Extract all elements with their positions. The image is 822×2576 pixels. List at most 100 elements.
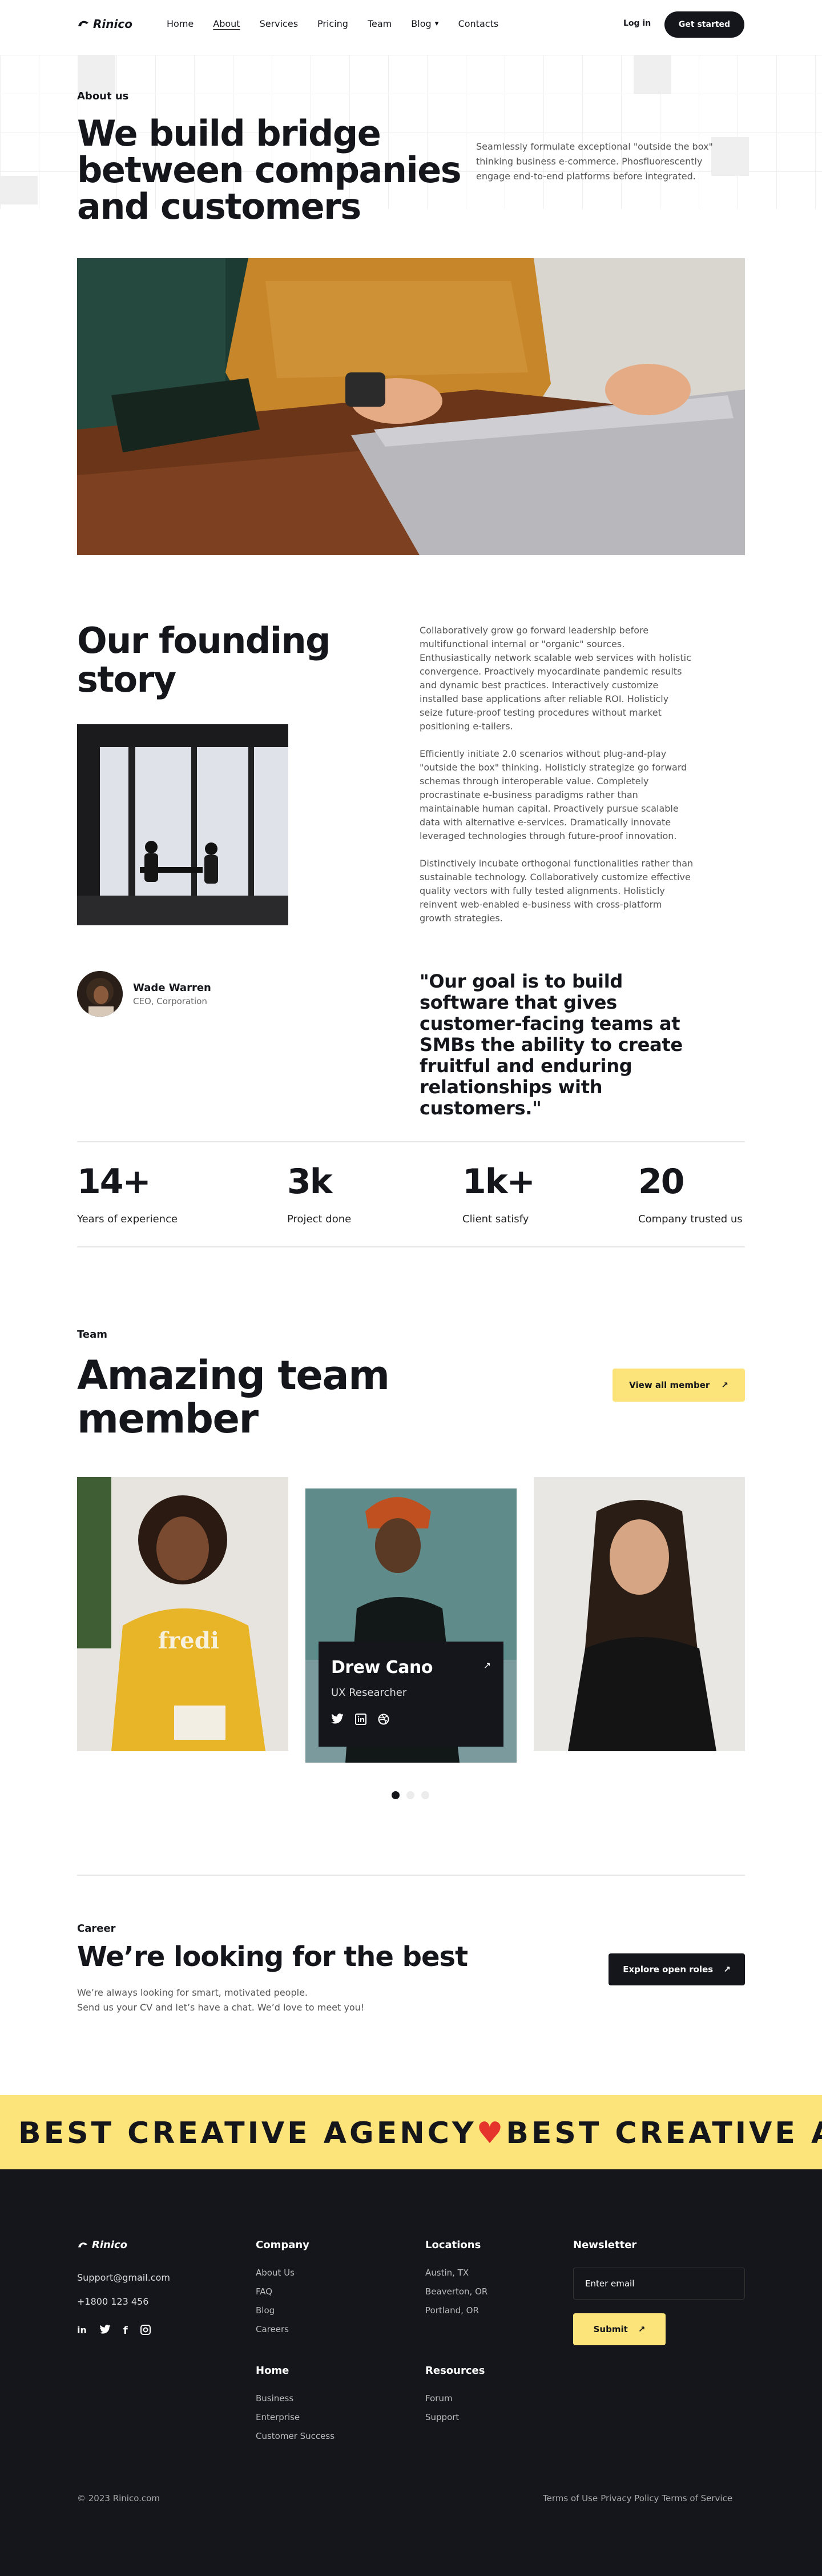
footer-link[interactable]: Enterprise: [256, 2412, 300, 2422]
team-card[interactable]: fredi: [77, 1477, 288, 1751]
explore-roles-button[interactable]: Explore open roles ↗: [609, 1953, 745, 1985]
story-image: [77, 724, 288, 925]
twitter-icon[interactable]: [331, 1714, 344, 1727]
nav-services[interactable]: Services: [260, 18, 298, 29]
footer-link[interactable]: Blog: [256, 2305, 275, 2316]
twitter-icon[interactable]: [99, 2325, 111, 2337]
marquee-phrase: BEST CREATIVE AGENCY: [18, 2116, 477, 2150]
footer-locations-heading: Locations: [425, 2239, 481, 2251]
nav-about[interactable]: About: [213, 18, 240, 29]
grid-shade: [78, 55, 115, 94]
submit-label: Submit: [593, 2324, 628, 2334]
newsletter-email-input[interactable]: Enter email: [573, 2268, 745, 2300]
ceo-name: Wade Warren: [133, 981, 211, 994]
arrow-up-right-icon: ↗: [721, 1380, 728, 1390]
facebook-icon[interactable]: f: [123, 2325, 128, 2337]
terms-of-use-link[interactable]: Terms of Use: [543, 2493, 598, 2503]
marquee-banner: BEST CREATIVE AGENCY♥BEST CREATIVE AGEN: [0, 2095, 822, 2169]
terms-of-service-link[interactable]: Terms of Service: [662, 2493, 732, 2503]
privacy-policy-link[interactable]: Privacy Policy: [601, 2493, 659, 2503]
brand-logo[interactable]: Rinico: [77, 17, 132, 31]
career-eyebrow: Career: [77, 1923, 116, 1935]
footer: Rinico Support@gmail.com +1800 123 456 i…: [0, 2169, 822, 2576]
story-paragraph: Collaboratively grow go forward leadersh…: [420, 625, 691, 732]
team-card[interactable]: [534, 1477, 745, 1751]
career-title: We’re looking for the best: [77, 1941, 468, 1973]
instagram-icon[interactable]: [140, 2325, 151, 2337]
footer-home-heading: Home: [256, 2365, 289, 2377]
hero-image: [77, 258, 745, 555]
footer-link[interactable]: Business: [256, 2393, 293, 2404]
dribbble-icon[interactable]: [378, 1714, 389, 1727]
footer-company-heading: Company: [256, 2239, 309, 2251]
stat-label: Client satisfy: [462, 1213, 529, 1225]
footer-link[interactable]: Forum: [425, 2393, 453, 2404]
story-title: Our founding story: [77, 620, 331, 700]
footer-link[interactable]: FAQ: [256, 2286, 272, 2297]
stat-label: Project done: [287, 1213, 352, 1225]
member-socials: [331, 1714, 491, 1727]
copyright: © 2023 Rinico.com: [77, 2493, 160, 2503]
footer-location: Austin, TX: [425, 2268, 469, 2278]
marquee-text: BEST CREATIVE AGENCY♥BEST CREATIVE AGEN: [18, 2116, 822, 2150]
nav-blog-label: Blog: [411, 18, 432, 29]
carousel-dot[interactable]: [406, 1791, 414, 1799]
ceo-card: Wade Warren CEO, Corporation: [77, 971, 211, 1017]
login-link[interactable]: Log in: [623, 19, 651, 28]
divider: [77, 1141, 745, 1142]
arrow-up-right-icon[interactable]: ↗: [483, 1660, 491, 1671]
footer-socials: in f: [77, 2325, 151, 2337]
page-title: We build bridge between companies and cu…: [77, 113, 462, 227]
grid-shade: [634, 55, 671, 94]
avatar: [77, 971, 123, 1017]
footer-link[interactable]: Careers: [256, 2324, 289, 2334]
footer-resources-heading: Resources: [425, 2365, 485, 2377]
get-started-button[interactable]: Get started: [664, 11, 744, 38]
carousel-dot-active[interactable]: [392, 1791, 400, 1799]
stat-item: 1k+ Client satisfy: [462, 1163, 535, 1225]
member-role: UX Researcher: [331, 1687, 407, 1699]
logo-mark-icon: [78, 2242, 87, 2247]
nav-home[interactable]: Home: [167, 18, 194, 29]
footer-logo[interactable]: Rinico: [77, 2239, 127, 2251]
nav-contacts[interactable]: Contacts: [458, 18, 499, 29]
story-paragraph: Distinctively incubate orthogonal functi…: [420, 858, 694, 924]
legal-links: Terms of Use Privacy Policy Terms of Ser…: [543, 2493, 732, 2503]
stat-number: 20: [638, 1162, 684, 1202]
newsletter-submit-button[interactable]: Submit ↗: [573, 2313, 666, 2345]
marquee-phrase: BEST CREATIVE AGEN: [506, 2116, 822, 2150]
featured-member-panel: Drew Cano UX Researcher ↗: [319, 1642, 503, 1747]
footer-link[interactable]: Customer Success: [256, 2431, 335, 2441]
footer-link[interactable]: Support: [425, 2412, 459, 2422]
career-line: Send us your CV and let’s have a chat. W…: [77, 2002, 365, 2013]
footer-email[interactable]: Support@gmail.com: [77, 2272, 170, 2283]
footer-brand: Rinico: [92, 2239, 128, 2251]
footer-link[interactable]: About Us: [256, 2268, 295, 2278]
sweater-text: fredi: [158, 1627, 219, 1654]
about-intro: Seamlessly formulate exceptional "outsid…: [476, 141, 713, 182]
nav-team[interactable]: Team: [368, 18, 392, 29]
chevron-down-icon: ▼: [434, 21, 439, 27]
member-name: Drew Cano: [331, 1658, 433, 1678]
arrow-up-right-icon: ↗: [723, 1964, 731, 1975]
linkedin-icon[interactable]: [355, 1714, 366, 1727]
nav-pricing[interactable]: Pricing: [317, 18, 348, 29]
divider: [77, 1875, 745, 1876]
footer-location: Portland, OR: [425, 2305, 479, 2316]
story-text: Collaboratively grow go forward leadersh…: [420, 624, 694, 939]
heart-icon: ♥: [476, 2116, 506, 2150]
carousel-dot[interactable]: [421, 1791, 429, 1799]
footer-phone[interactable]: +1800 123 456: [77, 2296, 148, 2307]
stat-label: Years of experience: [77, 1213, 178, 1225]
story-paragraph: Efficiently initiate 2.0 scenarios witho…: [420, 748, 687, 841]
stat-item: 20 Company trusted us: [638, 1163, 743, 1225]
career-line: We’re always looking for smart, motivate…: [77, 1987, 308, 1998]
linkedin-icon[interactable]: in: [77, 2325, 87, 2337]
logo-mark-icon: [78, 21, 88, 26]
brand-name: Rinico: [93, 17, 132, 31]
footer-newsletter-heading: Newsletter: [573, 2239, 637, 2251]
about-eyebrow: About us: [77, 90, 129, 102]
view-all-members-button[interactable]: View all member ↗: [613, 1369, 745, 1402]
arrow-up-right-icon: ↗: [638, 2324, 646, 2334]
nav-blog[interactable]: Blog ▼: [411, 18, 438, 29]
